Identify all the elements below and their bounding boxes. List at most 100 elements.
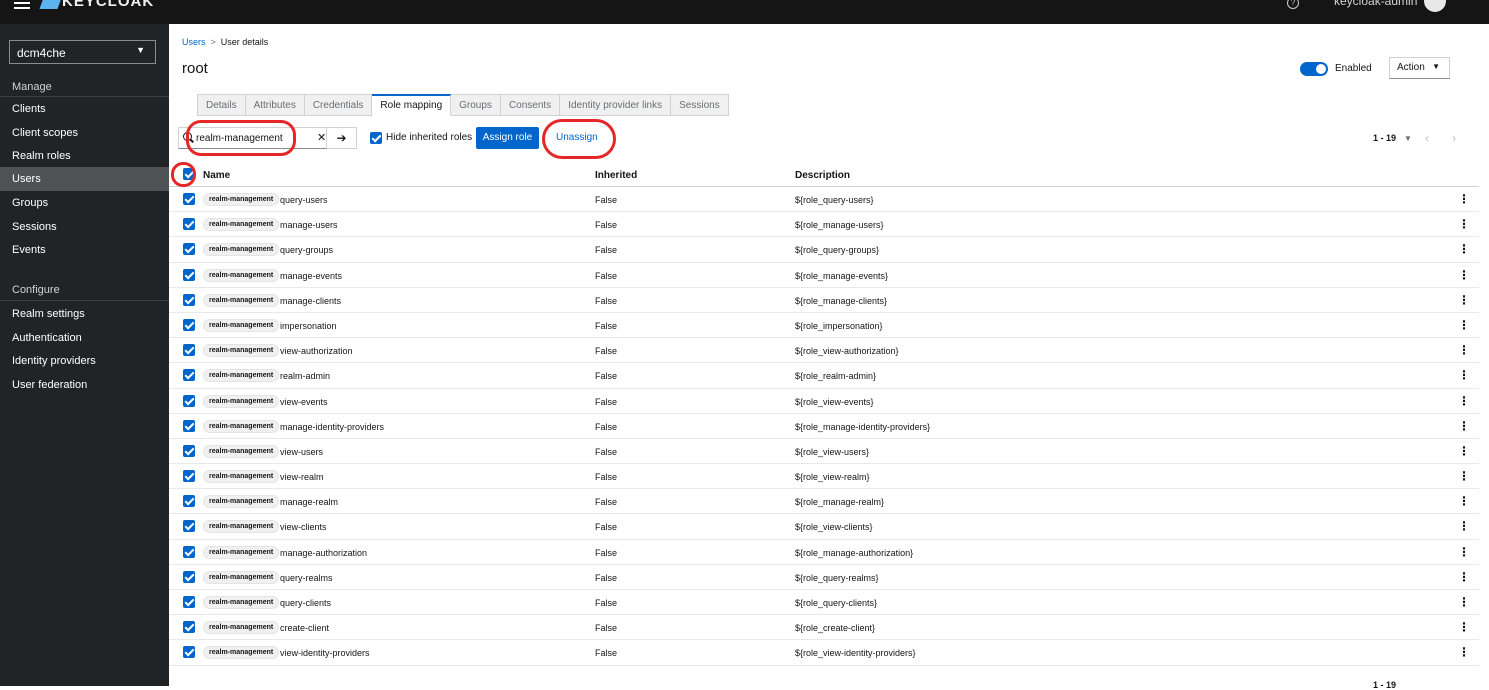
assign-role-button[interactable]: Assign role (476, 127, 539, 149)
tab-groups[interactable]: Groups (451, 94, 501, 116)
row-checkbox[interactable] (183, 268, 195, 281)
kebab-menu-icon[interactable]: ⋮ (1458, 519, 1470, 533)
table-row: realm-management view-events False ${role_v… (169, 389, 1479, 414)
row-checkbox[interactable] (183, 419, 195, 432)
kebab-menu-icon[interactable]: ⋮ (1458, 545, 1470, 559)
kebab-menu-icon[interactable]: ⋮ (1458, 368, 1470, 382)
role-inherited: False (595, 648, 618, 659)
table-row: realm-management realm-admin False ${role_r… (169, 363, 1479, 389)
chevron-right-icon[interactable]: › (1452, 131, 1456, 145)
row-checkbox[interactable] (183, 394, 195, 407)
tab-consents[interactable]: Consents (500, 94, 561, 116)
sidebar: dcm4che ▼ Manage Clients Client scopes R… (0, 24, 169, 686)
role-name: view-identity-providers (280, 648, 370, 659)
sidebar-item-events[interactable]: Events (0, 238, 169, 262)
avatar[interactable] (1424, 0, 1446, 12)
role-name: query-groups (280, 245, 334, 256)
tab-details[interactable]: Details (197, 94, 246, 116)
row-checkbox[interactable] (183, 444, 195, 457)
client-badge: realm-management (203, 394, 280, 408)
role-inherited: False (595, 497, 618, 508)
row-checkbox[interactable] (183, 318, 195, 331)
tab-identity-provider-links[interactable]: Identity provider links (560, 94, 672, 116)
hamburger-menu-icon[interactable] (14, 2, 30, 14)
sidebar-item-realm-settings[interactable]: Realm settings (0, 302, 169, 326)
row-checkbox[interactable] (183, 218, 195, 231)
row-checkbox[interactable] (183, 646, 195, 659)
kebab-menu-icon[interactable]: ⋮ (1458, 242, 1470, 256)
brand-logo[interactable]: KEYCLOAK (39, 0, 154, 10)
breadcrumb-separator-icon: > (210, 37, 216, 47)
kebab-menu-icon[interactable]: ⋮ (1458, 620, 1470, 634)
table-row: realm-management query-groups False ${role_… (169, 237, 1479, 263)
sidebar-item-client-scopes[interactable]: Client scopes (0, 121, 169, 145)
table-row: realm-management query-users False ${role_q… (169, 187, 1479, 213)
kebab-menu-icon[interactable]: ⋮ (1458, 645, 1470, 659)
row-checkbox[interactable] (183, 470, 195, 483)
sidebar-item-users[interactable]: Users (0, 167, 169, 191)
sidebar-item-user-federation[interactable]: User federation (0, 373, 169, 397)
kebab-menu-icon[interactable]: ⋮ (1458, 394, 1470, 408)
search-input[interactable] (196, 130, 306, 146)
table-row: realm-management manage-clients False ${rol… (169, 288, 1479, 313)
row-checkbox[interactable] (183, 344, 195, 357)
chevron-left-icon[interactable]: ‹ (1425, 131, 1429, 145)
row-checkbox[interactable] (183, 596, 195, 608)
row-checkbox[interactable] (183, 293, 195, 306)
row-checkbox[interactable] (183, 243, 195, 256)
column-header-name[interactable]: Name (203, 170, 230, 181)
pagination-toggle[interactable]: 1 - 19 ▼ (1373, 133, 1412, 143)
tab-role-mapping[interactable]: Role mapping (372, 94, 452, 116)
kebab-menu-icon[interactable]: ⋮ (1458, 293, 1470, 307)
role-name: manage-authorization (280, 547, 368, 558)
page-title: root (182, 60, 208, 77)
search-submit-button[interactable]: ➔ (327, 127, 357, 149)
action-dropdown[interactable]: Action ▼ (1389, 57, 1450, 79)
enabled-toggle[interactable] (1300, 62, 1328, 76)
breadcrumb-users-link[interactable]: Users (182, 37, 206, 47)
row-checkbox[interactable] (183, 193, 195, 205)
close-icon[interactable]: ✕ (317, 131, 326, 144)
kebab-menu-icon[interactable]: ⋮ (1458, 494, 1470, 508)
chevron-down-icon: ▼ (136, 45, 145, 55)
tab-credentials[interactable]: Credentials (304, 94, 373, 116)
row-checkbox[interactable] (183, 621, 195, 634)
sidebar-item-sessions[interactable]: Sessions (0, 215, 169, 239)
kebab-menu-icon[interactable]: ⋮ (1458, 419, 1470, 433)
kebab-menu-icon[interactable]: ⋮ (1458, 318, 1470, 332)
tab-attributes[interactable]: Attributes (245, 94, 305, 116)
user-menu[interactable]: keycloak-admin▼ (1334, 0, 1436, 8)
help-icon[interactable]: ? (1287, 0, 1299, 9)
kebab-menu-icon[interactable]: ⋮ (1458, 343, 1470, 357)
sidebar-item-groups[interactable]: Groups (0, 191, 169, 215)
sidebar-item-clients[interactable]: Clients (0, 97, 169, 121)
kebab-menu-icon[interactable]: ⋮ (1458, 595, 1470, 609)
role-name: manage-clients (280, 295, 342, 306)
row-checkbox[interactable] (183, 495, 195, 508)
realm-selector[interactable]: dcm4che ▼ (9, 40, 156, 64)
kebab-menu-icon[interactable]: ⋮ (1458, 469, 1470, 483)
kebab-menu-icon[interactable]: ⋮ (1458, 192, 1470, 206)
role-inherited: False (595, 472, 618, 483)
column-header-inherited: Inherited (595, 170, 638, 181)
kebab-menu-icon[interactable]: ⋮ (1458, 268, 1470, 282)
row-checkbox[interactable] (183, 545, 195, 558)
sidebar-item-authentication[interactable]: Authentication (0, 326, 169, 350)
kebab-menu-icon[interactable]: ⋮ (1458, 570, 1470, 584)
kebab-menu-icon[interactable]: ⋮ (1458, 217, 1470, 231)
tab-sessions[interactable]: Sessions (671, 94, 729, 116)
role-inherited: False (595, 547, 618, 558)
role-inherited: False (595, 396, 618, 407)
sidebar-item-identity-providers[interactable]: Identity providers (0, 349, 169, 373)
client-badge: realm-management (203, 293, 280, 307)
hide-inherited-checkbox[interactable] (370, 132, 382, 144)
row-checkbox[interactable] (183, 570, 195, 583)
row-checkbox[interactable] (183, 520, 195, 533)
role-inherited: False (595, 195, 618, 205)
unassign-button[interactable]: Unassign (556, 132, 598, 143)
kebab-menu-icon[interactable]: ⋮ (1458, 444, 1470, 458)
select-all-checkbox[interactable] (183, 168, 195, 180)
row-checkbox[interactable] (183, 369, 195, 382)
role-mapping-table: Name Inherited Description realm-managem… (169, 162, 1479, 666)
sidebar-item-realm-roles[interactable]: Realm roles (0, 144, 169, 168)
